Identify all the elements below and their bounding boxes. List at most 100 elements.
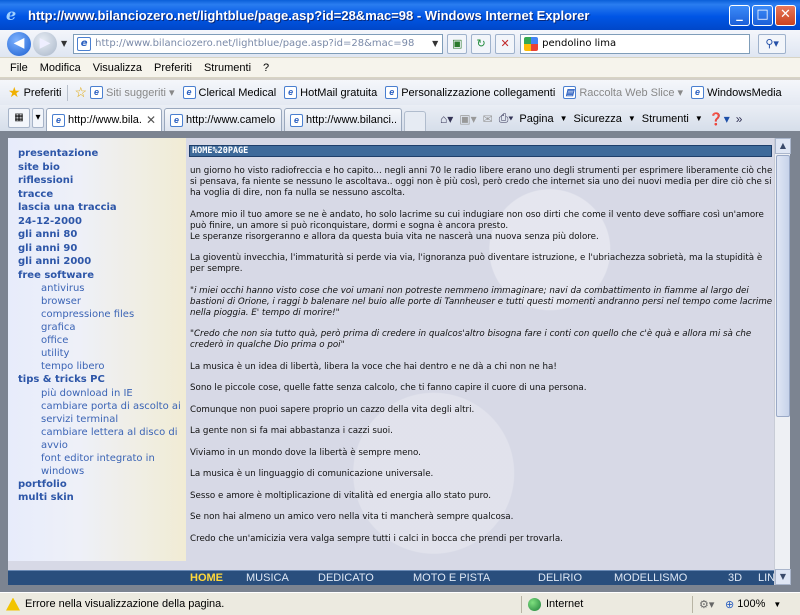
command-bar: ⌂▾ ▣▾ ✉ ⎙▾ Pagina ▼ Sicurezza ▼ Strumenti ▼… xyxy=(440,111,742,126)
sidebar-subitem[interactable]: più download in IE xyxy=(18,387,186,400)
mail-icon[interactable]: ✉ xyxy=(483,112,493,126)
search-button[interactable]: ⚲▾ xyxy=(758,33,787,54)
scroll-down-arrow-icon[interactable]: ▼ xyxy=(775,569,791,585)
sidebar-subitem[interactable]: utility xyxy=(18,347,186,360)
fav-clerical-medical[interactable]: e Clerical Medical xyxy=(182,86,276,99)
sidebar-subitem[interactable]: office xyxy=(18,334,186,347)
vertical-scrollbar[interactable]: ▲ ▼ xyxy=(774,138,791,585)
maximize-button[interactable]: □ xyxy=(752,5,773,26)
bottom-link-delirio[interactable]: DELIRIO xyxy=(538,572,582,584)
refresh-button[interactable]: ↻ xyxy=(471,33,492,54)
sidebar-item[interactable]: 24-12-2000 xyxy=(18,215,186,229)
chevron-down-icon: ▼ xyxy=(559,114,568,123)
internet-zone-icon xyxy=(528,597,541,611)
bottom-link-dedicato[interactable]: DEDICATO xyxy=(318,572,374,584)
sidebar-item[interactable]: tips & tricks PC xyxy=(18,373,186,387)
address-bar[interactable]: e http://www.bilanciozero.net/lightblue/… xyxy=(73,33,444,54)
url-text[interactable]: http://www.bilanciozero.net/lightblue/pa… xyxy=(95,38,428,49)
print-icon[interactable]: ⎙▾ xyxy=(499,111,514,126)
menu-preferiti[interactable]: Preferiti xyxy=(154,62,192,74)
page-favicon-icon: e xyxy=(77,36,92,51)
sidebar-item[interactable]: free software xyxy=(18,269,186,283)
back-button[interactable]: ◀ xyxy=(7,31,31,56)
search-box[interactable]: pendolino lima xyxy=(520,33,751,54)
status-message[interactable]: Errore nella visualizzazione della pagin… xyxy=(25,598,515,610)
tab-1[interactable]: e http://www.bila... ✕ xyxy=(46,108,162,131)
sidebar-subitem[interactable]: antivirus xyxy=(18,282,186,295)
zoom-level[interactable]: 100% xyxy=(737,598,765,610)
more-commands-icon[interactable]: » xyxy=(736,112,743,126)
bottom-link-musica[interactable]: MUSICA xyxy=(246,572,289,584)
sidebar-item[interactable]: gli anni 2000 xyxy=(18,255,186,269)
new-tab-button[interactable] xyxy=(404,111,426,131)
tools-menu[interactable]: Strumenti xyxy=(642,113,689,125)
sidebar-item[interactable]: multi skin xyxy=(18,491,186,505)
minimize-button[interactable]: _ xyxy=(729,5,750,26)
sidebar-item[interactable]: portfolio xyxy=(18,478,186,492)
security-menu[interactable]: Sicurezza xyxy=(574,113,622,125)
sidebar-item[interactable]: lascia una traccia xyxy=(18,201,186,215)
quick-tabs-icon[interactable]: ▦ xyxy=(8,108,30,128)
stop-button[interactable]: ✕ xyxy=(495,33,516,54)
sidebar-item[interactable]: gli anni 90 xyxy=(18,242,186,256)
menu-strumenti[interactable]: Strumenti xyxy=(204,62,251,74)
history-dropdown-icon[interactable]: ▼ xyxy=(61,39,67,48)
bottom-link-moto-e-pista[interactable]: MOTO E PISTA xyxy=(413,572,490,584)
forward-button[interactable]: ▶ xyxy=(33,31,57,56)
scrollbar-thumb[interactable] xyxy=(776,155,790,417)
sidebar-item[interactable]: site bio xyxy=(18,161,186,175)
fav-windowsmedia[interactable]: e WindowsMedia xyxy=(691,86,782,99)
compatibility-view-button[interactable]: ▣ xyxy=(447,33,468,54)
fav-hotmail[interactable]: e HotMail gratuita xyxy=(284,86,377,99)
fav-web-slice[interactable]: ▤ Raccolta Web Slice ▾ xyxy=(563,86,683,99)
menu-visualizza[interactable]: Visualizza xyxy=(93,62,142,74)
close-tab-icon[interactable]: ✕ xyxy=(146,113,156,127)
add-favorite-icon[interactable]: ☆ xyxy=(74,84,87,101)
page-heading: HOME%20PAGE xyxy=(189,145,772,157)
sidebar-subitem[interactable]: grafica xyxy=(18,321,186,334)
help-icon[interactable]: ❓▾ xyxy=(709,112,730,126)
sidebar-subitem[interactable]: font editor integrato in windows xyxy=(18,452,186,478)
sidebar-subitem[interactable]: cambiare lettera al disco di avvio xyxy=(18,426,186,452)
warning-icon[interactable] xyxy=(6,597,20,611)
favorites-bar: ★ Preferiti ☆ e Siti suggeriti ▾ e Clerica… xyxy=(0,80,800,105)
menu-help[interactable]: ? xyxy=(263,62,269,74)
bottom-link-modellismo[interactable]: MODELLISMO xyxy=(614,572,687,584)
home-icon[interactable]: ⌂▾ xyxy=(440,112,453,126)
chevron-down-icon: ▼ xyxy=(694,114,703,123)
bottom-link-home[interactable]: HOME xyxy=(190,572,223,584)
ie-page-icon: e xyxy=(182,86,196,99)
fav-siti-suggeriti[interactable]: e Siti suggeriti ▾ xyxy=(90,86,175,99)
sidebar-item[interactable]: gli anni 80 xyxy=(18,228,186,242)
ie-page-icon: e xyxy=(385,86,399,99)
page-menu[interactable]: Pagina xyxy=(519,113,553,125)
favorites-button[interactable]: Preferiti xyxy=(24,87,62,99)
tab-list-dropdown-icon[interactable]: ▾ xyxy=(32,108,44,128)
feeds-icon[interactable]: ▣▾ xyxy=(459,112,476,126)
sidebar-item[interactable]: riflessioni xyxy=(18,174,186,188)
bottom-link-3d[interactable]: 3D xyxy=(728,572,742,584)
menu-modifica[interactable]: Modifica xyxy=(40,62,81,74)
close-button[interactable]: ✕ xyxy=(775,5,796,26)
tab-row: ▦ ▾ e http://www.bila... ✕ e http://www.… xyxy=(0,105,800,131)
sidebar-subitem[interactable]: browser xyxy=(18,295,186,308)
content-paragraph: Amore mio il tuo amore se ne è andato, h… xyxy=(190,209,764,242)
security-zone[interactable]: Internet xyxy=(546,598,686,610)
sidebar-item[interactable]: presentazione xyxy=(18,147,186,161)
sidebar-subitem[interactable]: compressione files xyxy=(18,308,186,321)
zoom-icon: ⊕ xyxy=(725,598,738,611)
tab-2[interactable]: e http://www.camelo... xyxy=(164,108,282,131)
zoom-dropdown-icon[interactable]: ▼ xyxy=(773,600,781,609)
menu-file[interactable]: File xyxy=(10,62,28,74)
sidebar-subitem[interactable]: cambiare porta di ascolto ai servizi ter… xyxy=(18,400,186,426)
sidebar-subitem[interactable]: tempo libero xyxy=(18,360,186,373)
sidebar-item[interactable]: tracce xyxy=(18,188,186,202)
scroll-up-arrow-icon[interactable]: ▲ xyxy=(775,138,791,154)
window-controls: _ □ ✕ xyxy=(729,5,796,26)
tab-label: http://www.camelo... xyxy=(186,114,276,126)
protected-mode-icon[interactable]: ⚙▾ xyxy=(699,598,725,611)
search-query[interactable]: pendolino lima xyxy=(542,38,616,49)
address-dropdown-icon[interactable]: ▼ xyxy=(428,39,442,48)
fav-personalizzazione[interactable]: e Personalizzazione collegamenti xyxy=(385,86,555,99)
tab-3[interactable]: e http://www.bilanci... xyxy=(284,108,402,131)
